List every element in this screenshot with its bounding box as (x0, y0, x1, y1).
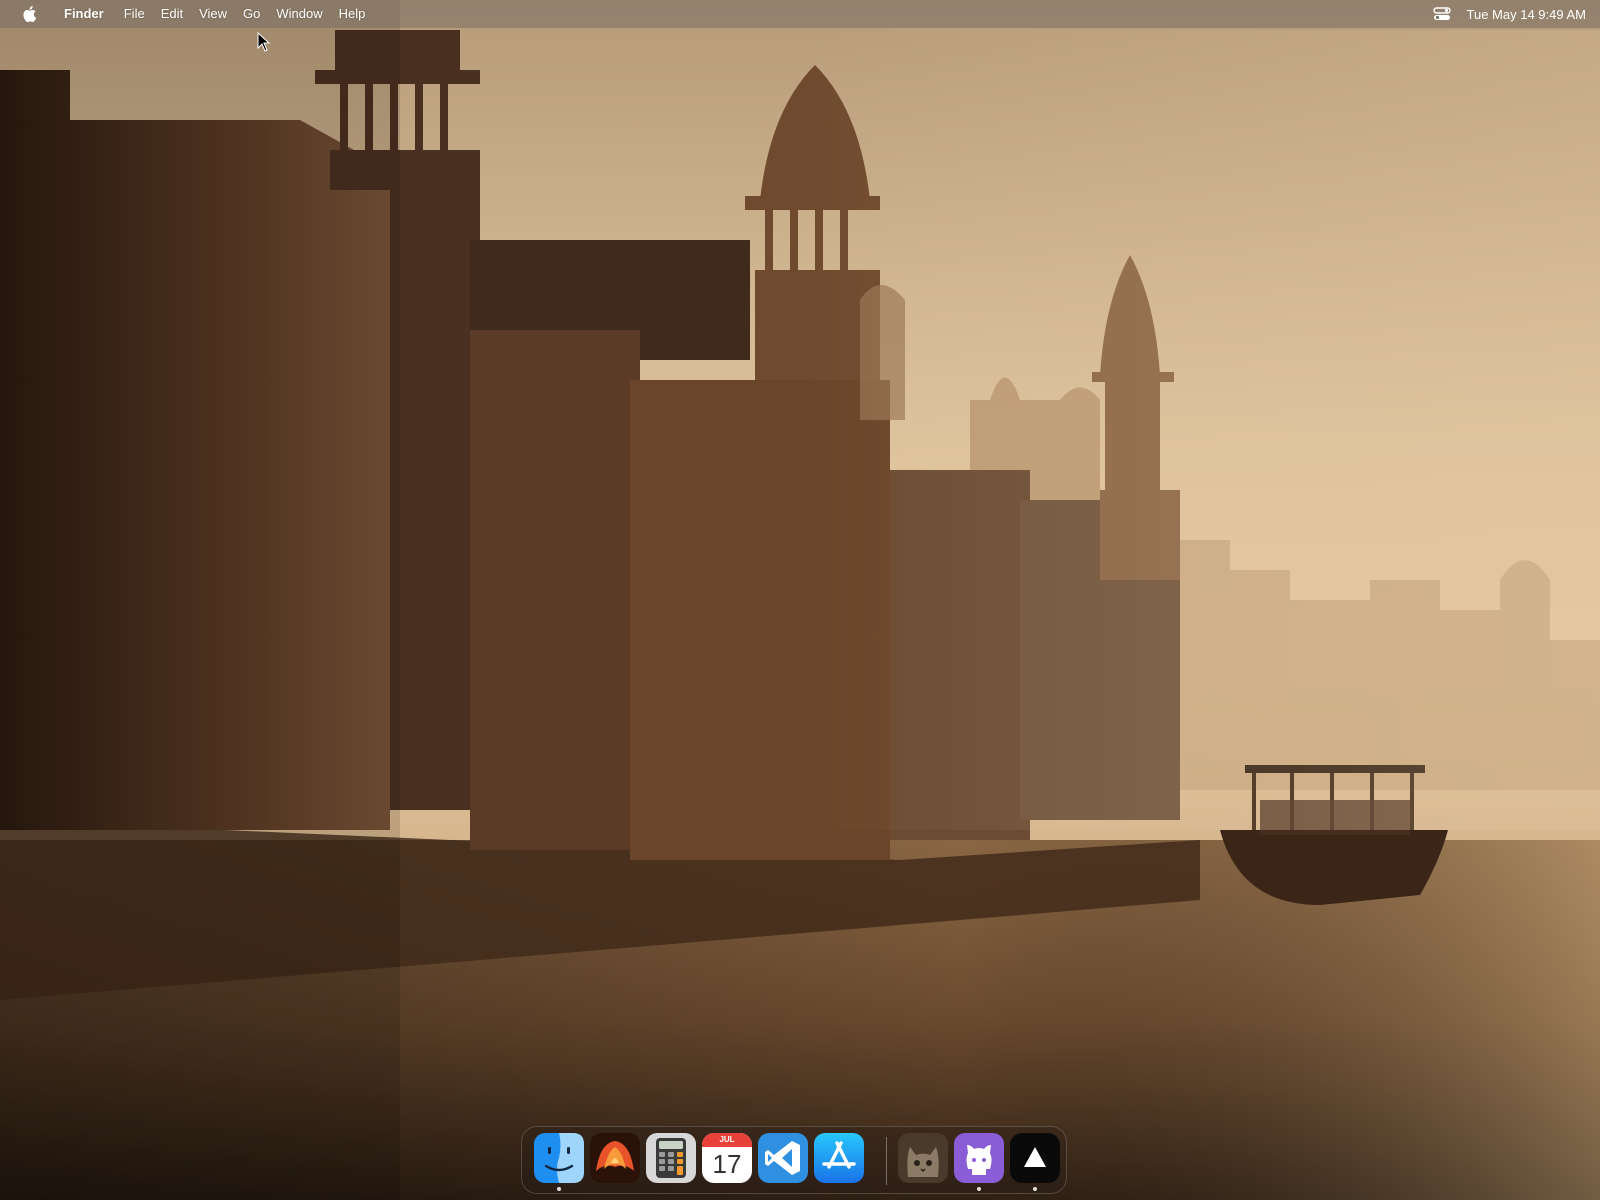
running-indicator (557, 1187, 561, 1191)
menu-bar-extras: Tue May 14 9:49 AM (1432, 7, 1600, 22)
dock-item-calculator[interactable] (646, 1133, 696, 1183)
menu-bar: Finder File Edit View Go Window Help Tue… (0, 0, 1600, 28)
triangle-icon (1024, 1147, 1046, 1167)
menu-bar-clock[interactable]: Tue May 14 9:49 AM (1467, 7, 1586, 22)
wallpaper (0, 0, 1600, 1200)
dock-item-vscode[interactable] (758, 1133, 808, 1183)
menu-app-name[interactable]: Finder (56, 0, 112, 28)
dock-item-finder[interactable] (534, 1133, 584, 1183)
vscode-icon (758, 1133, 808, 1183)
dock-item-cat-app[interactable] (898, 1133, 948, 1183)
desktop: Finder File Edit View Go Window Help Tue… (0, 0, 1600, 1200)
calendar-day: 17 (712, 1149, 742, 1179)
calculator-icon (646, 1133, 696, 1183)
control-center-icon[interactable] (1432, 7, 1451, 21)
apple-menu[interactable] (22, 5, 38, 23)
mouse-cursor-icon (257, 32, 271, 52)
running-indicator (1033, 1187, 1037, 1191)
menu-help[interactable]: Help (331, 0, 374, 28)
apple-logo-icon (23, 6, 37, 22)
dock-item-app-store[interactable] (814, 1133, 864, 1183)
dock-item-triangle-app[interactable] (1010, 1133, 1060, 1183)
dock-item-github[interactable] (954, 1133, 1004, 1183)
menu-go[interactable]: Go (235, 0, 268, 28)
github-icon (954, 1133, 1004, 1183)
cat-icon (898, 1133, 948, 1183)
menu-view[interactable]: View (191, 0, 235, 28)
menu-window[interactable]: Window (268, 0, 330, 28)
dock-separator (886, 1137, 887, 1185)
finder-icon (534, 1133, 584, 1183)
app-store-icon (814, 1133, 864, 1183)
calendar-month: JUL (702, 1133, 752, 1147)
running-indicator (977, 1187, 981, 1191)
dock: JUL 17 (521, 1126, 1067, 1194)
orange-flower-icon (590, 1133, 640, 1183)
dock-item-calendar[interactable]: JUL 17 (702, 1133, 752, 1183)
menu-file[interactable]: File (116, 0, 153, 28)
dock-item-wallpaper-app[interactable] (590, 1133, 640, 1183)
menu-edit[interactable]: Edit (153, 0, 191, 28)
